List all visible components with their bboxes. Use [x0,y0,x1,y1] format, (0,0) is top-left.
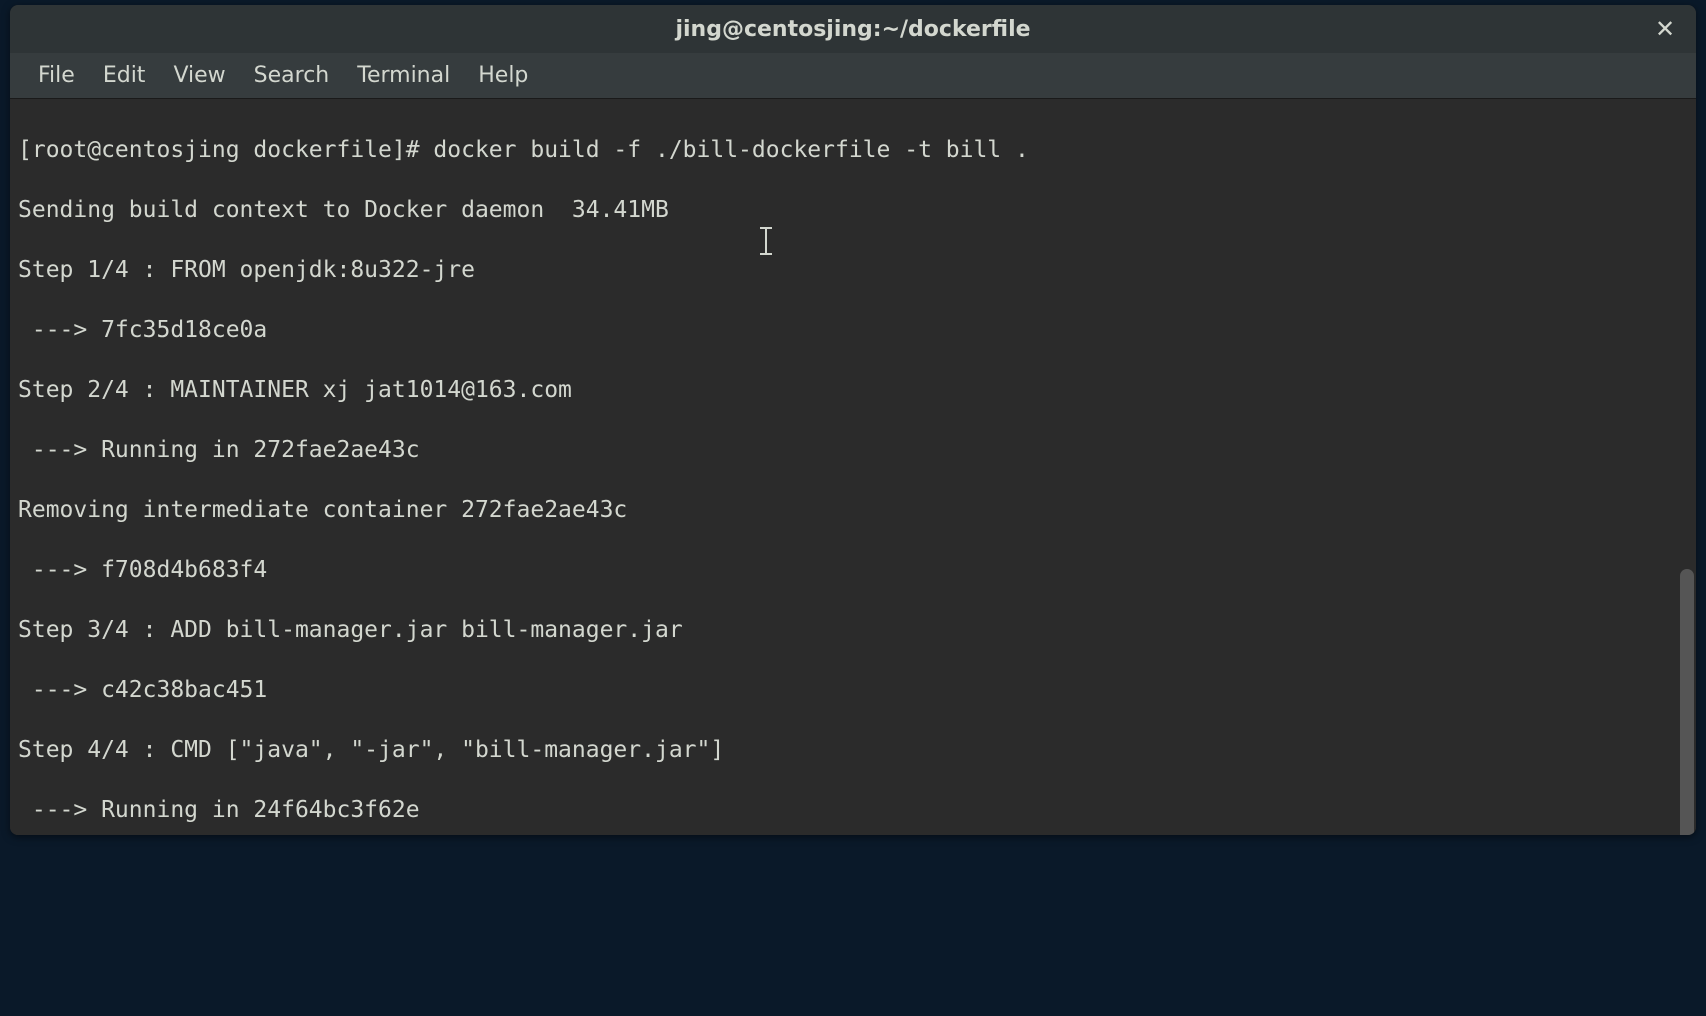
terminal-line: ---> Running in 272fae2ae43c [18,435,1688,465]
terminal-line: ---> f708d4b683f4 [18,555,1688,585]
terminal-line: ---> 7fc35d18ce0a [18,315,1688,345]
terminal-content[interactable]: [root@centosjing dockerfile]# docker bui… [10,99,1696,835]
menu-view[interactable]: View [159,55,239,96]
terminal-line: Step 3/4 : ADD bill-manager.jar bill-man… [18,615,1688,645]
terminal-line: [root@centosjing dockerfile]# docker bui… [18,135,1688,165]
terminal-line: ---> c42c38bac451 [18,675,1688,705]
menu-help[interactable]: Help [464,55,542,96]
window-title: jing@centosjing:~/dockerfile [675,17,1030,42]
terminal-line: Sending build context to Docker daemon 3… [18,195,1688,225]
titlebar: jing@centosjing:~/dockerfile ✕ [10,5,1696,53]
terminal-line: Removing intermediate container 272fae2a… [18,495,1688,525]
terminal-line: Step 2/4 : MAINTAINER xj jat1014@163.com [18,375,1688,405]
terminal-line: Step 1/4 : FROM openjdk:8u322-jre [18,255,1688,285]
menu-terminal[interactable]: Terminal [343,55,464,96]
terminal-line: ---> Running in 24f64bc3f62e [18,795,1688,825]
scrollbar[interactable] [1680,569,1694,835]
menubar: File Edit View Search Terminal Help [10,53,1696,99]
terminal-line: Step 4/4 : CMD ["java", "-jar", "bill-ma… [18,735,1688,765]
close-icon[interactable]: ✕ [1650,14,1680,44]
menu-search[interactable]: Search [240,55,344,96]
text-cursor-icon [765,227,767,255]
terminal-window: jing@centosjing:~/dockerfile ✕ File Edit… [10,5,1696,835]
menu-file[interactable]: File [24,55,89,96]
menu-edit[interactable]: Edit [89,55,160,96]
